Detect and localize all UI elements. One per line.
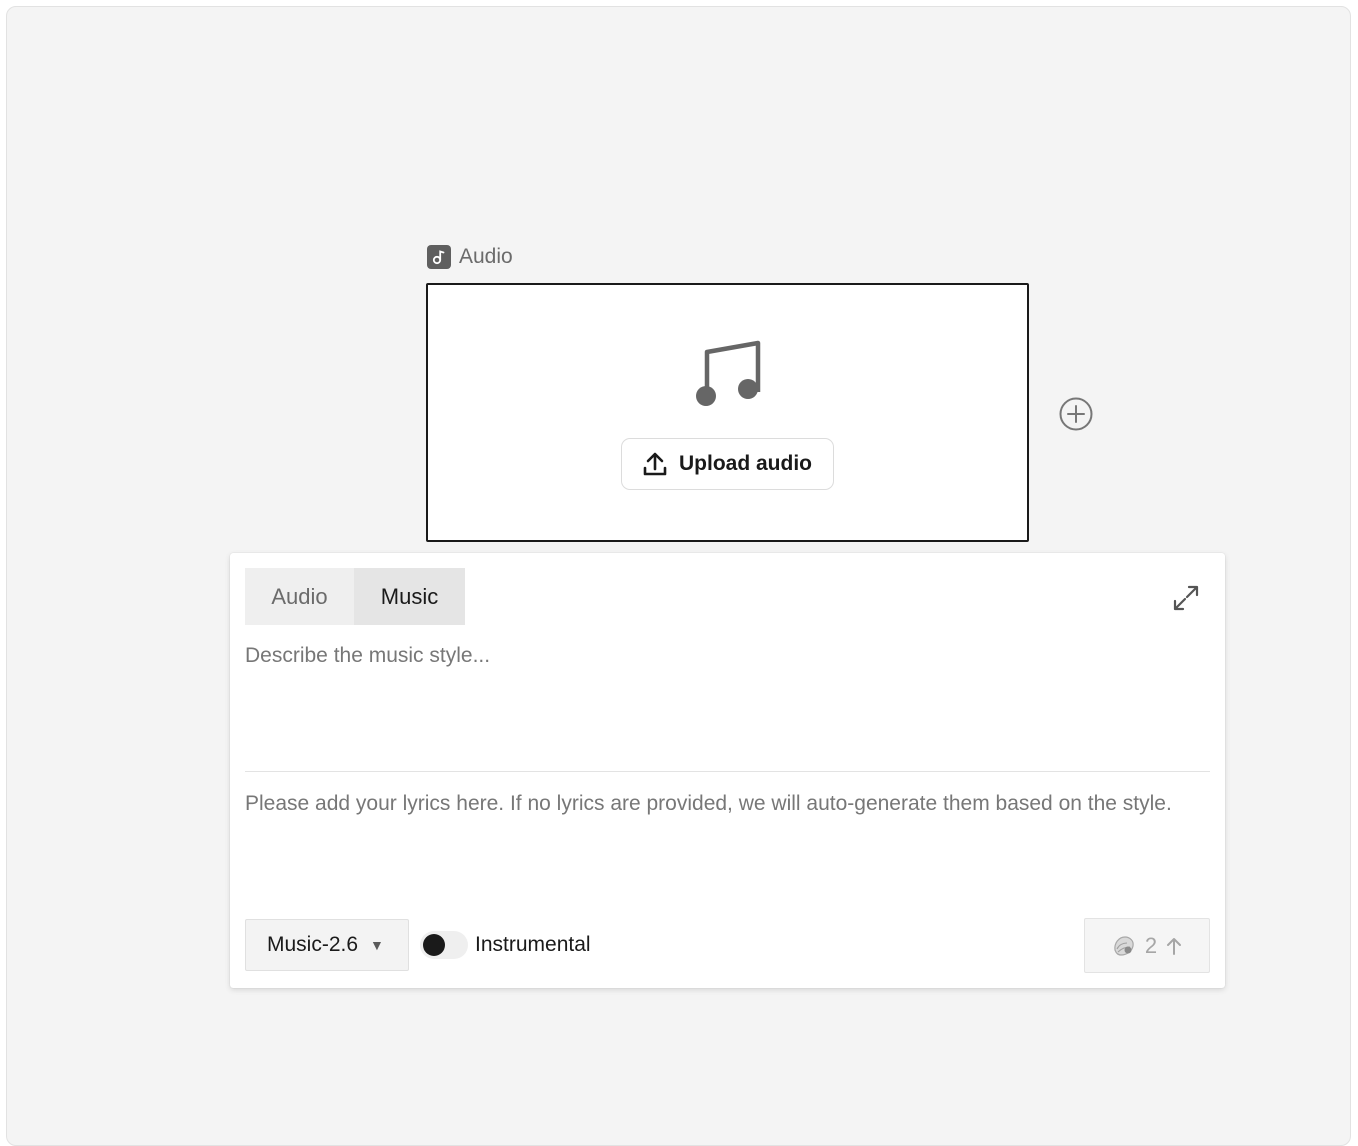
mode-tabs: Audio Music — [245, 568, 465, 625]
upload-icon — [643, 452, 667, 476]
tab-music[interactable]: Music — [354, 568, 465, 625]
music-style-input[interactable] — [245, 641, 1210, 761]
upload-audio-button[interactable]: Upload audio — [621, 438, 834, 490]
caret-down-icon: ▼ — [370, 937, 384, 953]
tab-audio[interactable]: Audio — [245, 568, 354, 625]
model-select[interactable]: Music-2.6 ▼ — [245, 919, 409, 971]
music-note-icon — [427, 244, 451, 269]
add-node-plus-circle-icon[interactable] — [1058, 396, 1094, 432]
lyrics-input[interactable] — [245, 786, 1210, 896]
divider — [245, 771, 1210, 772]
instrumental-label: Instrumental — [475, 933, 591, 956]
music-notes-icon — [696, 340, 761, 406]
shell-icon — [1114, 935, 1134, 956]
audio-node-title: Audio — [459, 244, 513, 268]
generation-panel: Audio Music Music-2.6 ▼ Instrumental 2 — [230, 553, 1225, 988]
expand-icon[interactable] — [1170, 582, 1202, 614]
toggle-knob — [423, 934, 445, 956]
credit-count: 2 — [1144, 932, 1158, 958]
audio-node[interactable] — [426, 283, 1029, 542]
generate-button[interactable]: 2 — [1084, 918, 1210, 973]
audio-node-header: Audio — [427, 244, 513, 269]
upload-audio-label: Upload audio — [679, 452, 812, 475]
model-select-value: Music-2.6 — [267, 933, 359, 956]
arrow-up-icon — [1167, 937, 1182, 955]
instrumental-toggle[interactable] — [420, 931, 468, 959]
